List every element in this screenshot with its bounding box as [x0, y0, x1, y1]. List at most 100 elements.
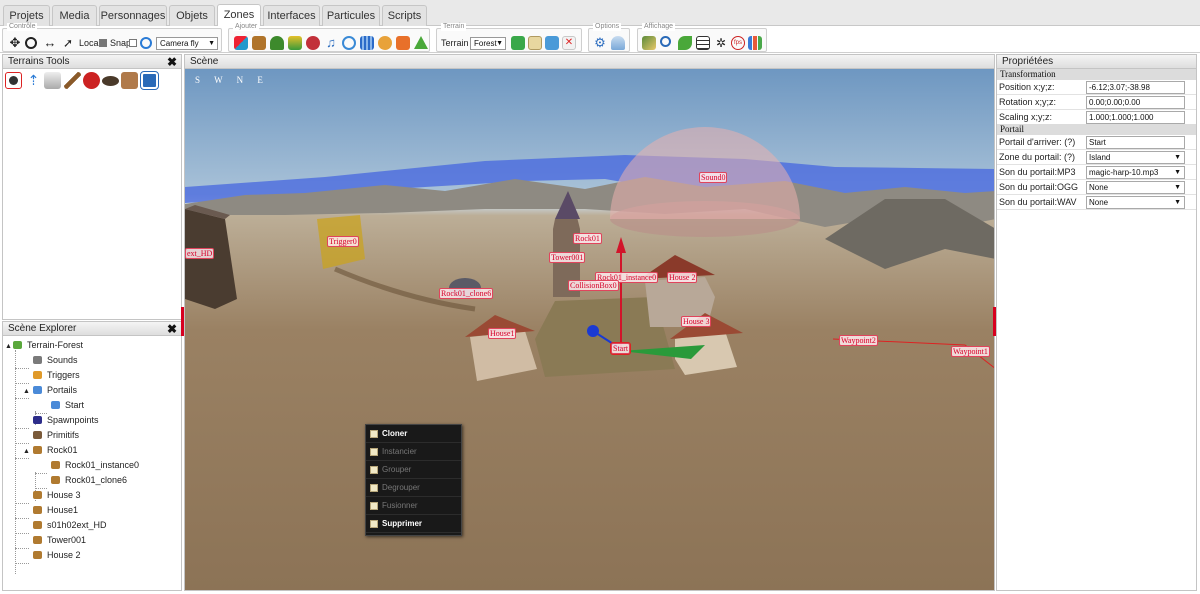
mesh-icon: [51, 476, 60, 484]
controles-group: Contrôle ✥ ↔ ➚ Local Snap Camera fly ▼: [2, 23, 222, 52]
delete-terrain-icon[interactable]: ✕: [562, 36, 576, 50]
menu-item-supprimer[interactable]: Supprimer: [366, 515, 461, 533]
ajouter-group: Ajouter ♫: [228, 23, 430, 52]
rock-icon[interactable]: [102, 76, 119, 86]
tree-node[interactable]: ▲ Rock01: [23, 443, 78, 458]
tab-objets[interactable]: Objets: [169, 5, 215, 26]
trigger-icon[interactable]: [396, 36, 410, 50]
position-label: Position x;y;z:: [999, 82, 1055, 92]
tree-icon[interactable]: [270, 36, 284, 50]
tab-scripts[interactable]: Scripts: [382, 5, 427, 26]
ogg-select[interactable]: None ▼: [1086, 181, 1185, 194]
scaling-input[interactable]: 1.000;1.000;1.000: [1086, 111, 1185, 124]
music-note-icon[interactable]: ♫: [324, 36, 338, 50]
ball-icon[interactable]: [306, 36, 320, 50]
flowers-icon[interactable]: [288, 36, 302, 50]
object-label[interactable]: Start: [609, 342, 632, 355]
wav-select[interactable]: None ▼: [1086, 196, 1185, 209]
tab-interfaces[interactable]: Interfaces: [263, 5, 320, 26]
menu-item-cloner[interactable]: Cloner: [366, 425, 461, 443]
tree-node[interactable]: Rock01_clone6: [51, 473, 127, 488]
arriver-input[interactable]: Start: [1086, 136, 1185, 149]
settings-gear-icon[interactable]: ⚙: [593, 36, 607, 50]
edit-terrain-icon[interactable]: [528, 36, 542, 50]
tab-personnages[interactable]: Personnages: [99, 5, 167, 26]
tree-node[interactable]: Start: [51, 398, 84, 413]
tree-node[interactable]: Triggers: [33, 368, 80, 383]
camera-select[interactable]: Camera fly ▼: [156, 37, 218, 50]
smooth-icon[interactable]: [44, 72, 61, 89]
terrain-name-label: Terrain :: [441, 38, 474, 48]
object-label[interactable]: ext_HD: [185, 248, 215, 259]
tree-node[interactable]: s01h02ext_HD: [33, 518, 107, 533]
menu-item-fusionner[interactable]: Fusionner: [366, 497, 461, 515]
tree-node[interactable]: House 2: [33, 548, 81, 563]
position-input[interactable]: -6.12;3.07;-38.98: [1086, 81, 1185, 94]
tree-node[interactable]: Sounds: [33, 353, 78, 368]
scene-3d-view[interactable]: S W N E Sound0 Trigger0 Rock01 Tower001 …: [185, 69, 994, 590]
object-label[interactable]: Rock01: [573, 233, 602, 244]
local-checkbox[interactable]: [99, 39, 107, 47]
tab-particules[interactable]: Particules: [322, 5, 380, 26]
object-label[interactable]: House 3: [681, 316, 712, 327]
tab-media[interactable]: Media: [52, 5, 97, 26]
grid-icon[interactable]: [696, 36, 710, 50]
object-label[interactable]: House1: [488, 328, 517, 339]
leaf-icon[interactable]: [678, 36, 692, 50]
water-icon[interactable]: [360, 36, 374, 50]
crate-icon[interactable]: [252, 36, 266, 50]
fps-icon[interactable]: fps: [731, 36, 745, 50]
close-icon[interactable]: ✖: [167, 55, 177, 69]
terrain-tools-panel: Terrains Tools ✖ ⇡: [2, 54, 182, 320]
rotate-icon[interactable]: [25, 37, 37, 49]
snap-checkbox[interactable]: [129, 39, 137, 47]
zoom-icon[interactable]: [660, 36, 671, 47]
object-label[interactable]: Sound0: [699, 172, 728, 183]
object-label[interactable]: Tower001: [549, 252, 586, 263]
cookie-icon[interactable]: [378, 36, 392, 50]
tree-node[interactable]: ▲ Portails: [23, 383, 77, 398]
object-label[interactable]: CollisionBox0: [568, 280, 619, 291]
rotation-input[interactable]: 0.00;0.00;0.00: [1086, 96, 1185, 109]
stats-icon[interactable]: [748, 36, 762, 50]
tree-node[interactable]: ▲ Terrain-Forest: [5, 338, 83, 353]
object-label[interactable]: Trigger0: [327, 236, 359, 247]
weather-icon[interactable]: [611, 36, 625, 50]
mountain-icon[interactable]: [414, 36, 428, 49]
portal-icon[interactable]: [342, 36, 356, 50]
menu-item-degrouper[interactable]: Degrouper: [366, 479, 461, 497]
tree-node[interactable]: House 3: [33, 488, 81, 503]
select-cursor-icon[interactable]: ➚: [61, 36, 75, 50]
zone-select[interactable]: Island ▼: [1086, 151, 1185, 164]
scene-title: Scène: [190, 56, 219, 67]
scale-arrows-icon[interactable]: ↔: [43, 36, 57, 50]
texture-icon[interactable]: [121, 72, 138, 89]
tree-node[interactable]: House1: [33, 503, 78, 518]
paint-icon[interactable]: [64, 72, 81, 89]
brush-icon[interactable]: [5, 72, 22, 89]
object-label[interactable]: Rock01_clone6: [439, 288, 494, 299]
menu-item-grouper[interactable]: Grouper: [366, 461, 461, 479]
menu-item-instancier[interactable]: Instancier: [366, 443, 461, 461]
raise-icon[interactable]: ⇡: [25, 72, 42, 89]
terrain-select[interactable]: Forest ▼: [470, 37, 506, 50]
object-label[interactable]: Waypoint1: [951, 346, 990, 357]
copy-terrain-icon[interactable]: [545, 36, 559, 50]
tree-node[interactable]: Tower001: [33, 533, 86, 548]
add-terrain-icon[interactable]: [511, 36, 525, 50]
save-icon[interactable]: [140, 71, 159, 90]
object-label[interactable]: Waypoint2: [839, 335, 878, 346]
layers-icon[interactable]: [642, 36, 656, 50]
scene-viewport[interactable]: Scène S W N E Sound0 Trigger0 Rock01 Tow…: [184, 54, 995, 591]
cubes-icon[interactable]: [234, 36, 248, 50]
close-icon[interactable]: ✖: [167, 322, 177, 336]
target-icon[interactable]: [140, 37, 152, 49]
tree-node[interactable]: Rock01_instance0: [51, 458, 139, 473]
object-label[interactable]: House 2: [667, 272, 698, 283]
move-arrows-icon[interactable]: ✥: [8, 36, 22, 50]
tree-node[interactable]: Spawnpoints: [33, 413, 99, 428]
flatten-icon[interactable]: [83, 72, 100, 89]
tree-node[interactable]: Primitifs: [33, 428, 79, 443]
mp3-select[interactable]: magic-harp-10.mp3 ▼: [1086, 166, 1185, 179]
bug-icon[interactable]: ✲: [714, 36, 728, 50]
